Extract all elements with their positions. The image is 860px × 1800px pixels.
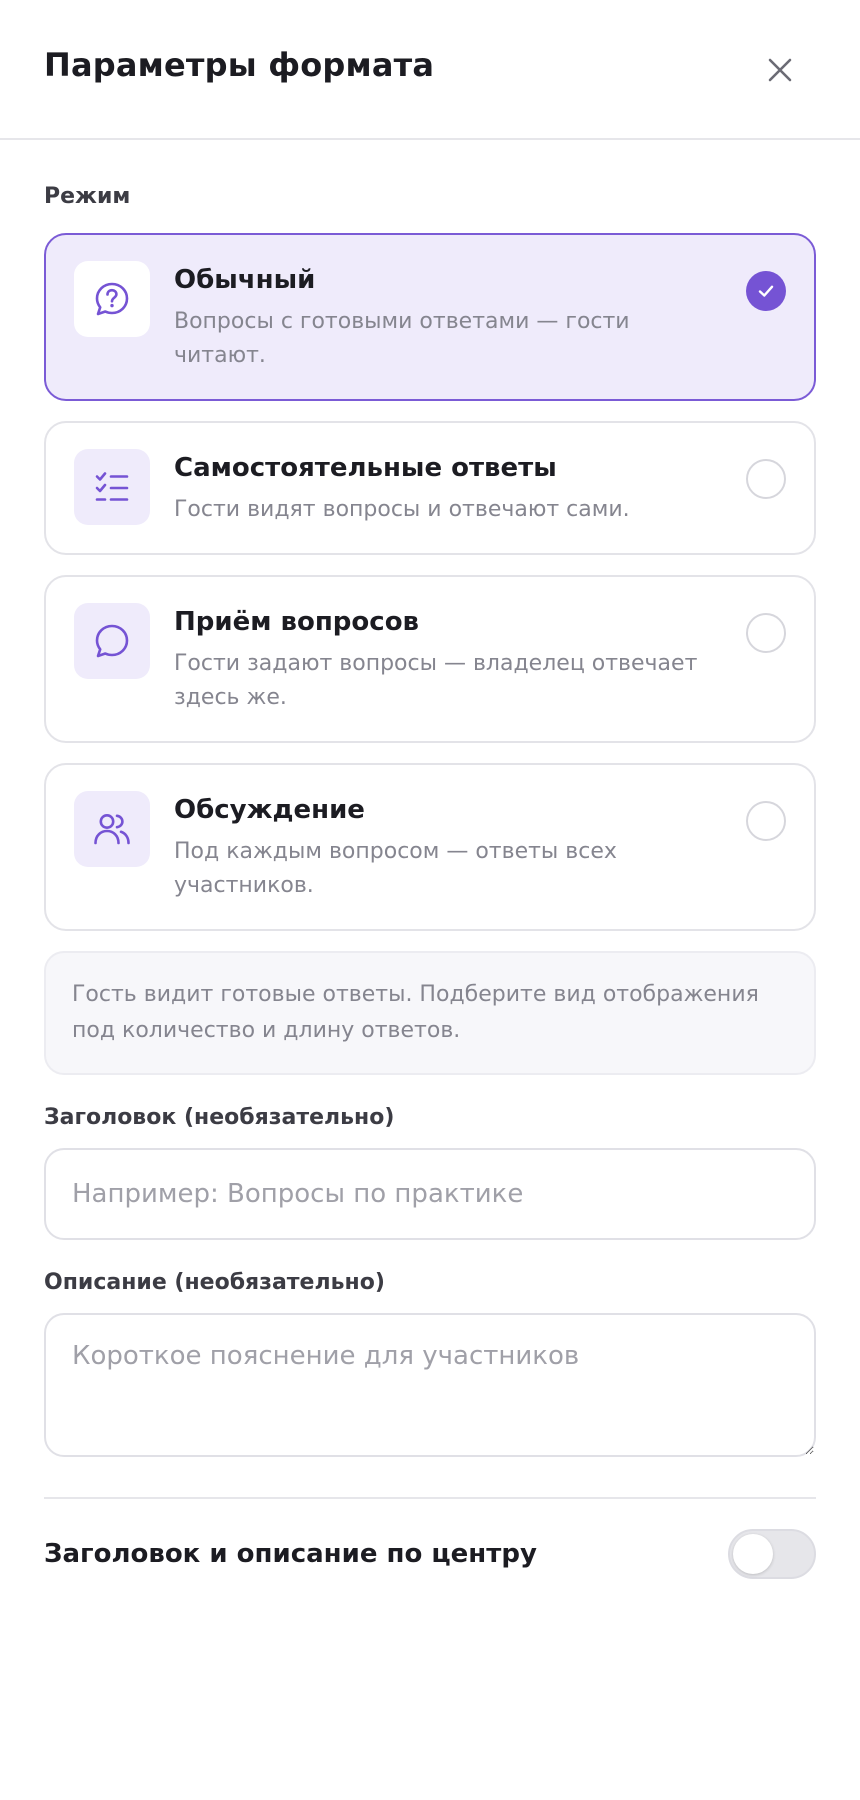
mode-section-label: Режим: [44, 184, 131, 209]
radio-unchecked[interactable]: [746, 459, 786, 499]
mode-option-title: Приём вопросов: [174, 607, 420, 637]
chat-bubble-icon: [74, 603, 150, 679]
mode-option-title: Самостоятельные ответы: [174, 453, 557, 483]
radio-checked[interactable]: [746, 271, 786, 311]
title-field-label: Заголовок (необязательно): [44, 1105, 395, 1130]
mode-option-description: Гости задают вопросы — владелец отвечает…: [174, 651, 698, 710]
close-icon: [768, 58, 792, 82]
section-divider: [44, 1497, 816, 1499]
title-input[interactable]: [44, 1148, 816, 1240]
close-button[interactable]: [752, 46, 808, 94]
mode-option-list: Обычный Вопросы с готовыми ответами — го…: [44, 233, 816, 931]
mode-option-description: Гости видят вопросы и отвечают сами.: [174, 497, 630, 522]
mode-option-question-intake[interactable]: Приём вопросов Гости задают вопросы — вл…: [44, 575, 816, 743]
radio-unchecked[interactable]: [746, 801, 786, 841]
mode-option-title: Обсуждение: [174, 795, 365, 825]
center-toggle-switch[interactable]: [728, 1529, 816, 1579]
checklist-icon: [74, 449, 150, 525]
mode-option-description: Под каждым вопросом — ответы всех участн…: [174, 839, 617, 898]
check-icon: [758, 285, 774, 297]
radio-unchecked[interactable]: [746, 613, 786, 653]
mode-option-title: Обычный: [174, 265, 316, 295]
mode-option-description: Вопросы с готовыми ответами — гости чита…: [174, 309, 630, 368]
mode-option-regular[interactable]: Обычный Вопросы с готовыми ответами — го…: [44, 233, 816, 401]
dialog-title: Параметры формата: [44, 46, 435, 84]
description-field-label: Описание (необязательно): [44, 1270, 385, 1295]
mode-option-self-answers[interactable]: Самостоятельные ответы Гости видят вопро…: [44, 421, 816, 555]
center-toggle-label: Заголовок и описание по центру: [44, 1539, 537, 1569]
description-textarea[interactable]: [44, 1313, 816, 1457]
center-toggle-row: Заголовок и описание по центру: [44, 1529, 816, 1579]
toggle-knob: [733, 1534, 773, 1574]
question-bubble-icon: [74, 261, 150, 337]
dialog-header: Параметры формата: [0, 0, 860, 140]
dialog-body: Режим Обычный Вопросы с готовыми ответам…: [44, 184, 816, 1579]
mode-info-box: Гость видит готовые ответы. Подберите ви…: [44, 951, 816, 1075]
users-icon: [74, 791, 150, 867]
mode-option-discussion[interactable]: Обсуждение Под каждым вопросом — ответы …: [44, 763, 816, 931]
